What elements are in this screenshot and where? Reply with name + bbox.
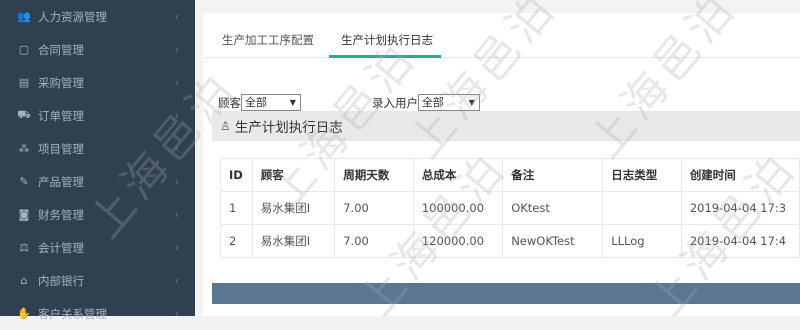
cell-customer: 易水集团I [251, 224, 336, 258]
sidebar-item-label: 产品管理 [38, 174, 84, 189]
column-header-remark[interactable]: 备注 [502, 158, 604, 192]
user-filter-label: 录入用户: [372, 96, 422, 110]
sidebar-item-bank[interactable]: ⌂ 内部银行 ‹ [0, 264, 195, 297]
balance-icon: ⚖ [19, 241, 29, 254]
chevron-left-icon: ‹ [174, 10, 179, 23]
table-row[interactable]: 2 易水集团I 7.00 120000.00 NewOKTest LLLog 2… [220, 224, 800, 258]
cell-cycle-days: 7.00 [334, 224, 414, 258]
chevron-left-icon: ‹ [174, 307, 179, 320]
cell-log-type: LLLog [602, 224, 682, 258]
chevron-left-icon: ‹ [174, 76, 179, 89]
sidebar-item-label: 财务管理 [38, 207, 84, 222]
sidebar-item-accounting[interactable]: ⚖ 会计管理 ‹ [0, 231, 195, 264]
cell-customer: 易水集团I [251, 191, 336, 225]
section-title: 生产计划执行日志 [234, 120, 343, 136]
sidebar-item-label: 合同管理 [38, 42, 84, 57]
sidebar-item-label: 采购管理 [38, 75, 84, 90]
sidebar-item-crm[interactable]: ✋ 客户关系管理 ‹ [0, 297, 195, 330]
cell-remark: OKtest [502, 191, 604, 225]
section-header: ♙ 生产计划执行日志 [212, 111, 800, 141]
column-header-created-time[interactable]: 创建时间 [680, 158, 800, 192]
sidebar-item-project[interactable]: ⁂ 项目管理 ‹ [0, 132, 195, 165]
customer-filter: 顾客: 全部 ▼ [218, 85, 301, 111]
users-icon: 👥 [17, 10, 31, 23]
sidebar-item-label: 人力资源管理 [38, 9, 107, 24]
main-area: 生产加工工序配置 生产计划执行日志 顾客: 全部 ▼ 录入用户: 全部 ▼ ♙ [195, 0, 800, 316]
user-icon: ♙ [220, 119, 231, 133]
column-header-cycle-days[interactable]: 周期天数 [334, 158, 414, 192]
active-tab-indicator [329, 55, 441, 58]
sidebar-item-label: 内部银行 [38, 273, 84, 288]
customer-select[interactable]: 全部 ▼ [240, 94, 301, 111]
chevron-left-icon: ‹ [174, 43, 179, 56]
content-panel: 生产加工工序配置 生产计划执行日志 顾客: 全部 ▼ 录入用户: 全部 ▼ ♙ [203, 13, 800, 316]
handshake-icon: ✋ [17, 307, 31, 320]
document-icon: ▢ [18, 43, 30, 56]
top-bar [195, 0, 800, 13]
customer-select-value: 全部 [244, 96, 267, 109]
user-filter: 录入用户: 全部 ▼ [372, 85, 480, 111]
user-select-value: 全部 [421, 96, 444, 109]
cell-created-time: 2019-04-04 17:4 [680, 224, 800, 258]
sidebar-item-contract[interactable]: ▢ 合同管理 ‹ [0, 33, 195, 66]
bank-icon: ⌂ [20, 274, 28, 287]
dropdown-arrow-icon: ▼ [468, 98, 475, 107]
sidebar-item-product[interactable]: ✎ 产品管理 ‹ [0, 165, 195, 198]
dropdown-arrow-icon: ▼ [289, 98, 296, 107]
sidebar-item-order[interactable]: ⛟ 订单管理 ‹ [0, 99, 195, 132]
edit-icon: ✎ [19, 175, 29, 188]
money-icon: ◙ [18, 208, 30, 221]
column-header-log-type[interactable]: 日志类型 [602, 158, 682, 192]
pagination-bar [212, 283, 800, 304]
chevron-left-icon: ‹ [174, 274, 179, 287]
sidebar-item-finance[interactable]: ◙ 财务管理 ‹ [0, 198, 195, 231]
cell-total-cost: 120000.00 [412, 224, 504, 258]
sidebar-item-label: 客户关系管理 [38, 306, 107, 321]
sidebar-item-label: 订单管理 [38, 108, 84, 123]
sidebar-item-hr[interactable]: 👥 人力资源管理 ‹ [0, 0, 195, 33]
cell-created-time: 2019-04-04 17:3 [680, 191, 800, 225]
chevron-left-icon: ‹ [174, 241, 179, 254]
log-table: ID 顾客 周期天数 总成本 备注 日志类型 创建时间 1 易水集团I 7.00… [220, 158, 800, 258]
cell-cycle-days: 7.00 [334, 191, 414, 225]
cell-id: 2 [220, 224, 253, 258]
cell-remark: NewOKTest [502, 224, 604, 258]
sidebar-item-label: 项目管理 [38, 141, 84, 156]
column-header-id[interactable]: ID [220, 158, 253, 192]
chevron-left-icon: ‹ [174, 208, 179, 221]
table-header-row: ID 顾客 周期天数 总成本 备注 日志类型 创建时间 [220, 158, 800, 192]
cubes-icon: ⁂ [18, 142, 30, 155]
chevron-left-icon: ‹ [174, 109, 179, 122]
sidebar-item-purchase[interactable]: ▤ 采购管理 ‹ [0, 66, 195, 99]
cell-total-cost: 100000.00 [412, 191, 504, 225]
cell-log-type [602, 191, 682, 225]
cell-id: 1 [220, 191, 253, 225]
column-header-total-cost[interactable]: 总成本 [412, 158, 504, 192]
tab-process-config[interactable]: 生产加工工序配置 [222, 32, 314, 48]
sidebar-item-label: 会计管理 [38, 240, 84, 255]
column-header-customer[interactable]: 顾客 [251, 158, 336, 192]
chevron-left-icon: ‹ [174, 175, 179, 188]
list-icon: ▤ [18, 76, 30, 89]
tab-plan-log[interactable]: 生产计划执行日志 [341, 32, 433, 48]
tab-bar: 生产加工工序配置 生产计划执行日志 [203, 13, 800, 58]
cart-icon: ⛟ [17, 108, 31, 121]
sidebar: 👥 人力资源管理 ‹ ▢ 合同管理 ‹ ▤ 采购管理 ‹ ⛟ 订单管理 ‹ ⁂ … [0, 0, 195, 321]
chevron-left-icon: ‹ [174, 142, 179, 155]
user-select[interactable]: 全部 ▼ [417, 94, 480, 111]
table-row[interactable]: 1 易水集团I 7.00 100000.00 OKtest 2019-04-04… [220, 191, 800, 225]
